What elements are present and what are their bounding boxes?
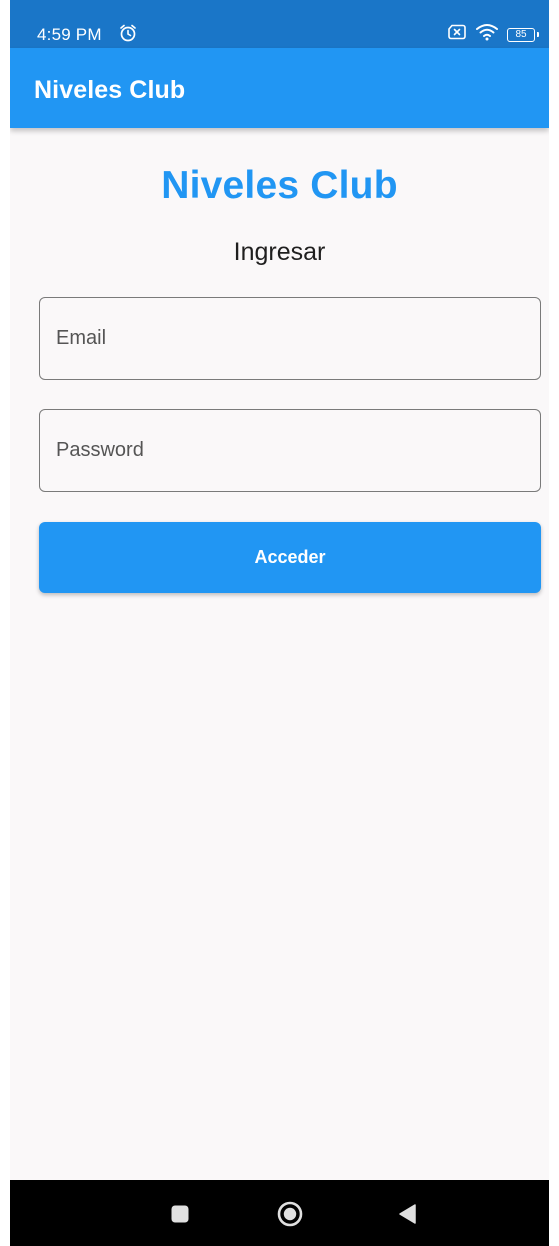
brand-title: Niveles Club [161,164,398,207]
password-field[interactable] [39,409,541,492]
battery-icon: 85 [507,27,539,42]
login-form: Niveles Club Ingresar Acceder [10,128,549,1180]
app-bar: Niveles Club [10,48,549,128]
no-sim-icon [447,24,467,45]
email-field[interactable] [39,297,541,380]
status-bar: 4:59 PM 85 [10,0,549,48]
login-button[interactable]: Acceder [39,522,541,593]
password-input[interactable] [40,410,540,491]
recents-icon[interactable] [165,1199,195,1229]
alarm-icon [118,23,138,43]
email-input[interactable] [40,298,540,379]
system-nav-bar [10,1180,549,1246]
status-icons: 85 [447,23,539,46]
app-bar-title: Niveles Club [34,76,186,104]
device-frame: 4:59 PM 85 Niveles Club Niveles Club Ing… [0,0,559,1246]
status-time: 4:59 PM [37,25,102,44]
home-icon[interactable] [275,1199,305,1229]
app-screen: 4:59 PM 85 Niveles Club Niveles Club Ing… [10,0,549,1246]
back-icon[interactable] [392,1199,422,1229]
wifi-icon [475,23,499,46]
page-subtitle: Ingresar [233,238,326,266]
